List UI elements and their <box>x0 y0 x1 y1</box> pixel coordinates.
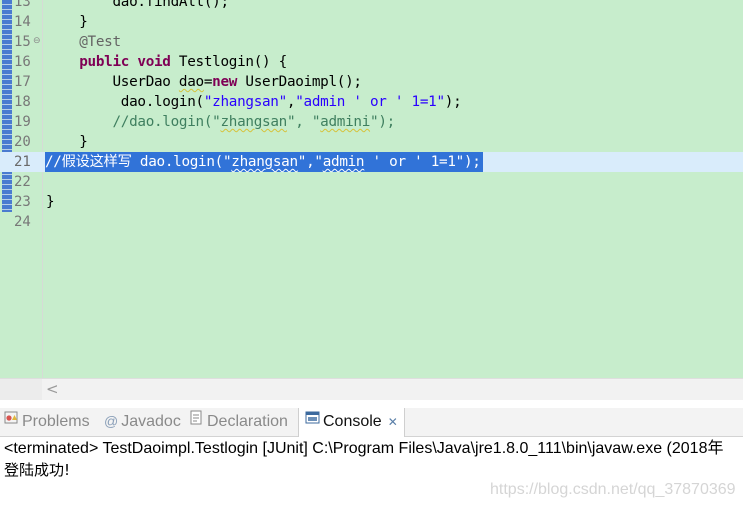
call-end: ); <box>444 94 462 110</box>
string-literal: "admin ' or ' 1=1" <box>295 94 445 110</box>
tab-javadoc[interactable]: @ Javadoc <box>104 408 181 436</box>
code-line-13[interactable]: 13 dao.findAll(); <box>0 0 743 12</box>
selection-part: ' or ' 1=1"); <box>364 154 481 170</box>
line-number: 16 <box>14 54 31 70</box>
code-line-19[interactable]: 19 //dao.login("zhangsan", "admini"); <box>0 112 743 132</box>
variable-dao: dao <box>178 74 204 90</box>
console-icon <box>305 407 320 435</box>
method-call: dao.login( <box>46 94 204 110</box>
bottom-panel-tabbar: Problems @ Javadoc Declaration Console ✕ <box>0 408 743 437</box>
close-icon[interactable]: ✕ <box>388 408 398 436</box>
code-line-23[interactable]: 23 } <box>0 192 743 212</box>
line-number: 21 <box>14 154 31 170</box>
line-number: 14 <box>14 14 31 30</box>
javadoc-icon: @ <box>104 413 119 429</box>
tab-label: Problems <box>22 413 90 431</box>
spell-warning: zhangsan <box>220 114 287 130</box>
line-number: 19 <box>14 114 31 130</box>
code-line-21[interactable]: 21 //假设这样写 dao.login("zhangsan","admin '… <box>0 152 743 172</box>
method-signature: Testlogin() { <box>170 54 287 70</box>
code-line-18[interactable]: 18 dao.login("zhangsan","admin ' or ' 1=… <box>0 92 743 112</box>
line-number: 17 <box>14 74 31 90</box>
line-number: 22 <box>14 174 31 190</box>
tab-declaration[interactable]: Declaration <box>190 408 288 436</box>
scroll-left-icon[interactable]: < <box>46 379 59 399</box>
comment-part: //dao.login(" <box>46 114 221 130</box>
watermark-text: https://blog.csdn.net/qq_37870369 <box>490 481 736 498</box>
line-number: 20 <box>14 134 31 150</box>
code-line-22[interactable]: 22 <box>0 172 743 192</box>
spell-warning: zhangsan <box>231 154 298 170</box>
problems-icon <box>4 407 19 435</box>
selection-part: "," <box>297 154 323 170</box>
comment-text: //dao.login("zhangsan", "admini"); <box>46 112 395 132</box>
console-output-text: 登陆成功! <box>4 461 71 479</box>
operator: = <box>203 74 213 90</box>
constructor-call: UserDaoimpl(); <box>237 74 362 90</box>
line-number: 23 <box>14 194 31 210</box>
line-number: 13 <box>14 0 31 10</box>
comma: , <box>286 94 296 110</box>
code-text: dao.login("zhangsan","admin ' or ' 1=1")… <box>46 92 462 112</box>
tab-label: Javadoc <box>121 413 181 431</box>
line-number: 18 <box>14 94 31 110</box>
code-line-14[interactable]: 14 } <box>0 12 743 32</box>
code-text: dao.findAll(); <box>46 0 229 10</box>
keyword-public: public <box>46 54 130 70</box>
tab-label: Declaration <box>207 413 288 431</box>
tab-problems[interactable]: Problems <box>4 408 90 436</box>
spell-warning: admin <box>322 154 365 170</box>
keyword-void: void <box>129 54 171 70</box>
code-line-16[interactable]: 16 public void Testlogin() { <box>0 52 743 72</box>
string-literal: "zhangsan" <box>203 94 287 110</box>
code-text: } <box>46 14 88 30</box>
selected-text[interactable]: //假设这样写 dao.login("zhangsan","admin ' or… <box>45 152 483 172</box>
tab-label: Console <box>323 413 382 431</box>
spell-warning: admini <box>320 114 371 130</box>
horizontal-scrollbar[interactable]: < <box>0 378 743 400</box>
code-editor[interactable]: 13 dao.findAll(); 14 } 15 ⊖ @Test 16 pub… <box>0 0 743 378</box>
keyword-new: new <box>212 74 238 90</box>
comment-part: ", " <box>286 114 321 130</box>
console-status-line: <terminated> TestDaoimpl.Testlogin [JUni… <box>4 440 724 457</box>
selection-part: //假设这样写 dao.login(" <box>45 154 232 170</box>
code-text: } <box>46 134 88 150</box>
code-text: public void Testlogin() { <box>46 52 287 72</box>
tab-console[interactable]: Console ✕ <box>298 408 405 437</box>
code-line-20[interactable]: 20 } <box>0 132 743 152</box>
comment-part: "); <box>370 114 395 130</box>
code-text: UserDao dao=new UserDaoimpl(); <box>46 72 362 92</box>
fold-toggle-icon[interactable]: ⊖ <box>33 35 41 47</box>
scrollbar-gutter <box>0 379 42 400</box>
code-line-15[interactable]: 15 ⊖ @Test <box>0 32 743 52</box>
code-line-24[interactable]: 24 <box>0 212 743 232</box>
annotation-text: @Test <box>46 34 121 50</box>
declaration-icon <box>190 407 204 435</box>
console-view[interactable]: <terminated> TestDaoimpl.Testlogin [JUni… <box>0 437 743 507</box>
type-name: UserDao <box>46 74 179 90</box>
line-number: 24 <box>14 214 31 230</box>
code-text: } <box>46 194 55 210</box>
code-line-17[interactable]: 17 UserDao dao=new UserDaoimpl(); <box>0 72 743 92</box>
